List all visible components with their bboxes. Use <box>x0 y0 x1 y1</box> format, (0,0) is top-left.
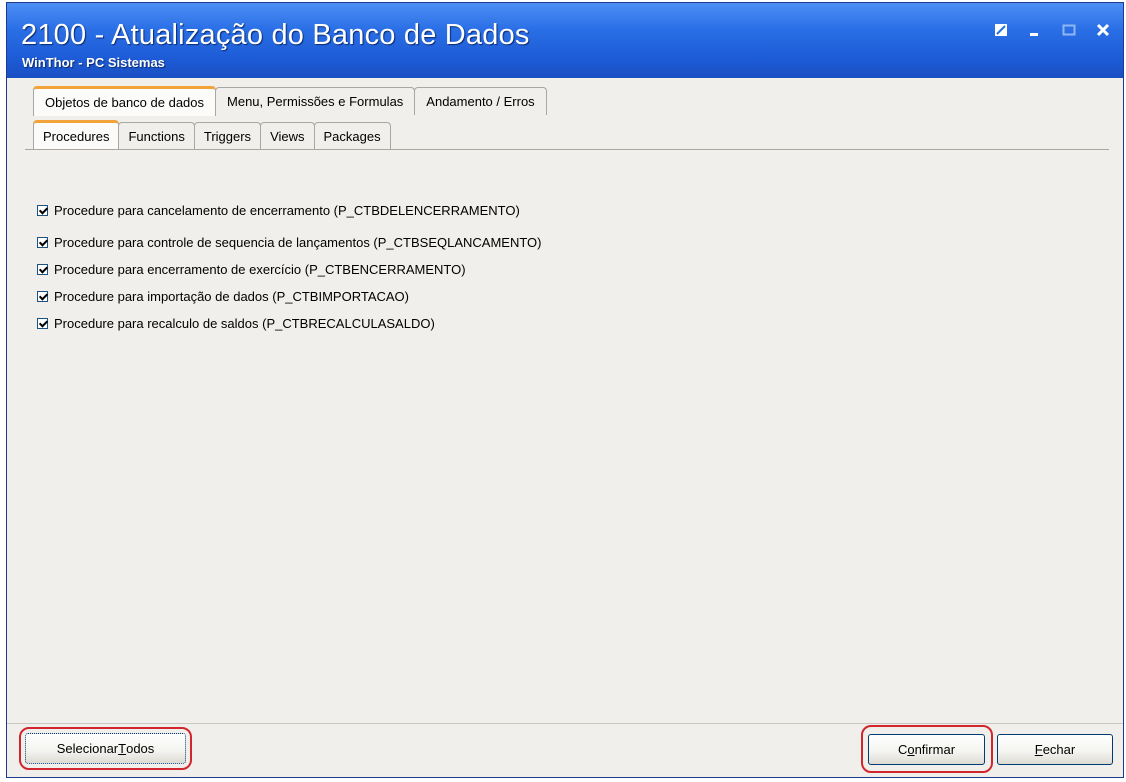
procedure-item[interactable]: Procedure para controle de sequencia de … <box>37 231 542 253</box>
tab-label: Views <box>270 128 305 144</box>
button-mnemonic: F <box>1034 742 1043 757</box>
tab-label: Packages <box>323 128 381 144</box>
maximize-icon[interactable] <box>1057 19 1081 41</box>
select-all-button[interactable]: Selecionar Todos <box>25 733 186 764</box>
procedure-item[interactable]: Procedure para cancelamento de encerrame… <box>37 199 542 221</box>
tab-label: Procedures <box>43 129 110 144</box>
procedure-label: Procedure para recalculo de saldos (P_CT… <box>54 315 435 331</box>
object-type-tabs: Procedures Functions Triggers Views Pack… <box>33 120 391 150</box>
button-mnemonic: T <box>118 741 127 756</box>
button-label: odos <box>126 741 155 756</box>
procedures-list: Procedure para cancelamento de encerrame… <box>37 199 542 339</box>
checkbox[interactable] <box>37 290 48 302</box>
main-tabs: Objetos de banco de dados Menu, Permissõ… <box>33 86 547 116</box>
procedure-item[interactable]: Procedure para encerramento de exercício… <box>37 258 542 280</box>
checkbox[interactable] <box>37 317 48 329</box>
tab-label: Functions <box>128 128 185 144</box>
tab-menu-permissoes-formulas[interactable]: Menu, Permissões e Formulas <box>215 87 416 115</box>
checkbox[interactable] <box>37 236 48 248</box>
tab-packages[interactable]: Packages <box>313 122 391 149</box>
procedure-item[interactable]: Procedure para importação de dados (P_CT… <box>37 285 542 307</box>
restore-icon[interactable] <box>989 19 1013 41</box>
window-controls <box>989 19 1115 41</box>
close-icon[interactable] <box>1091 19 1115 41</box>
procedure-item[interactable]: Procedure para recalculo de saldos (P_CT… <box>37 312 542 334</box>
checkbox[interactable] <box>37 263 48 275</box>
tab-andamento-erros[interactable]: Andamento / Erros <box>414 87 547 115</box>
button-label: nfirmar <box>914 742 956 757</box>
minimize-icon[interactable] <box>1023 19 1047 41</box>
button-label: C <box>897 742 908 757</box>
confirm-button[interactable]: Co nfirmar <box>868 734 985 765</box>
window-subtitle: WinThor - PC Sistemas <box>22 55 165 70</box>
tab-label: Objetos de banco de dados <box>45 95 205 110</box>
button-label: echar <box>1042 742 1076 757</box>
checkbox[interactable] <box>37 204 48 216</box>
procedure-label: Procedure para controle de sequencia de … <box>54 234 542 250</box>
procedure-label: Procedure para encerramento de exercício… <box>54 261 466 277</box>
button-mnemonic: o <box>907 742 915 757</box>
app-window: 2100 - Atualização do Banco de Dados Win… <box>6 2 1124 778</box>
tab-objetos-banco-dados[interactable]: Objetos de banco de dados <box>33 86 217 116</box>
tab-triggers[interactable]: Triggers <box>193 122 262 149</box>
tab-label: Menu, Permissões e Formulas <box>227 94 404 109</box>
tab-views[interactable]: Views <box>260 122 315 149</box>
window-title: 2100 - Atualização do Banco de Dados <box>21 19 530 51</box>
footer-divider <box>7 723 1123 724</box>
button-label: Selecionar <box>56 741 119 756</box>
procedure-label: Procedure para importação de dados (P_CT… <box>54 288 409 304</box>
tab-procedures[interactable]: Procedures <box>33 120 120 150</box>
procedure-label: Procedure para cancelamento de encerrame… <box>54 202 520 218</box>
title-bar[interactable]: 2100 - Atualização do Banco de Dados Win… <box>7 3 1123 78</box>
close-button[interactable]: Fechar <box>997 734 1113 765</box>
tab-label: Triggers <box>203 128 252 144</box>
tab-label: Andamento / Erros <box>426 94 535 109</box>
tab-functions[interactable]: Functions <box>118 122 195 149</box>
